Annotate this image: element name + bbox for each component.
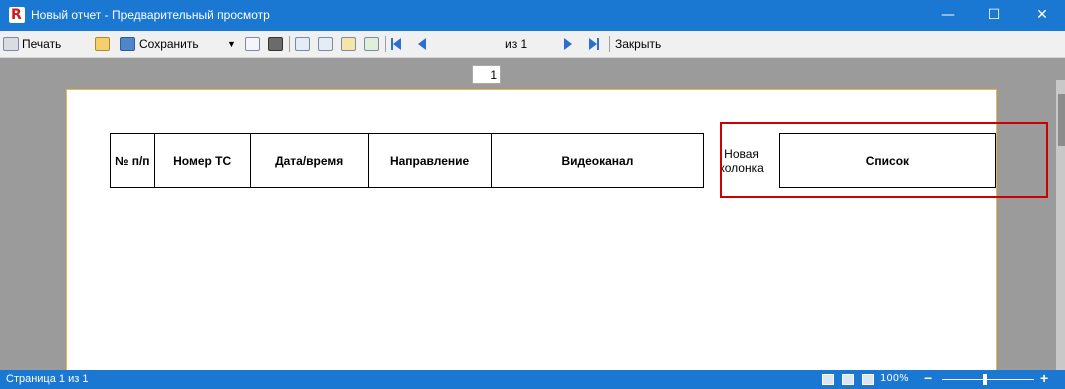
logo-letter: R — [11, 7, 22, 23]
folder-open-icon — [95, 37, 110, 51]
save-dropdown-arrow-icon[interactable]: ▼ — [227, 35, 236, 53]
zoom-slider-thumb[interactable] — [983, 374, 987, 385]
header-number: № п/п — [110, 133, 155, 188]
floppy-disk-icon — [120, 37, 135, 51]
maximize-button[interactable]: ☐ — [971, 0, 1017, 31]
find-button[interactable] — [268, 35, 283, 53]
binoculars-icon — [268, 37, 283, 51]
full-screen-button[interactable] — [364, 35, 379, 53]
first-page-button[interactable] — [391, 35, 401, 53]
settings-icon — [318, 37, 333, 51]
two-page-view-icon[interactable] — [842, 374, 854, 385]
page-status: Страница 1 из 1 — [6, 373, 89, 385]
report-settings-button[interactable] — [318, 35, 333, 53]
zoom-out-button[interactable]: − — [924, 370, 932, 386]
close-preview-button[interactable]: Закрыть — [615, 35, 661, 53]
toolbar-divider — [385, 36, 386, 52]
page-count-label: из 1 — [505, 37, 528, 51]
close-window-button[interactable]: ✕ — [1019, 0, 1065, 31]
email-button[interactable] — [245, 35, 260, 53]
continuous-view-icon[interactable] — [862, 374, 874, 385]
print-label: Печать — [22, 37, 62, 51]
toolbar: Печать Сохранить ▼ из 1 Закрыть — [0, 31, 1065, 84]
page-number-input[interactable] — [472, 65, 501, 84]
next-page-button[interactable] — [564, 35, 572, 53]
header-vehicle-number: Номер ТС — [153, 133, 251, 188]
printer-icon — [3, 37, 19, 51]
page-setup-button[interactable] — [295, 35, 310, 53]
app-logo-icon: R — [9, 7, 25, 23]
envelope-icon — [245, 37, 260, 51]
toolbar-divider — [289, 36, 290, 52]
title-bar: R Новый отчет - Предварительный просмотр… — [0, 0, 1065, 31]
status-bar: Страница 1 из 1 100% − + — [0, 370, 1065, 389]
edit-report-button[interactable] — [341, 35, 356, 53]
open-button[interactable] — [95, 35, 110, 53]
first-page-icon — [391, 38, 401, 50]
scrollbar-thumb[interactable] — [1058, 94, 1065, 146]
print-button[interactable]: Печать — [3, 35, 61, 53]
next-page-icon — [564, 38, 572, 50]
highlight-box — [720, 122, 1048, 198]
minimize-button[interactable]: — — [925, 0, 971, 31]
zoom-level: 100% — [880, 373, 909, 384]
single-page-view-icon[interactable] — [822, 374, 834, 385]
edit-pencil-icon — [341, 37, 356, 51]
previous-page-button[interactable] — [418, 35, 426, 53]
save-button[interactable]: Сохранить — [120, 35, 199, 53]
page-setup-icon — [295, 37, 310, 51]
last-page-button[interactable] — [589, 35, 599, 53]
header-video-channel: Видеоканал — [490, 133, 705, 188]
header-datetime: Дата/время — [249, 133, 369, 188]
previous-page-icon — [418, 38, 426, 50]
zoom-in-button[interactable]: + — [1040, 370, 1048, 386]
zoom-slider-track[interactable] — [942, 379, 1034, 380]
save-label: Сохранить — [139, 37, 199, 51]
window-title: Новый отчет - Предварительный просмотр — [31, 8, 270, 22]
last-page-icon — [589, 38, 599, 50]
toolbar-divider — [609, 36, 610, 52]
header-direction: Направление — [367, 133, 492, 188]
full-screen-icon — [364, 37, 379, 51]
